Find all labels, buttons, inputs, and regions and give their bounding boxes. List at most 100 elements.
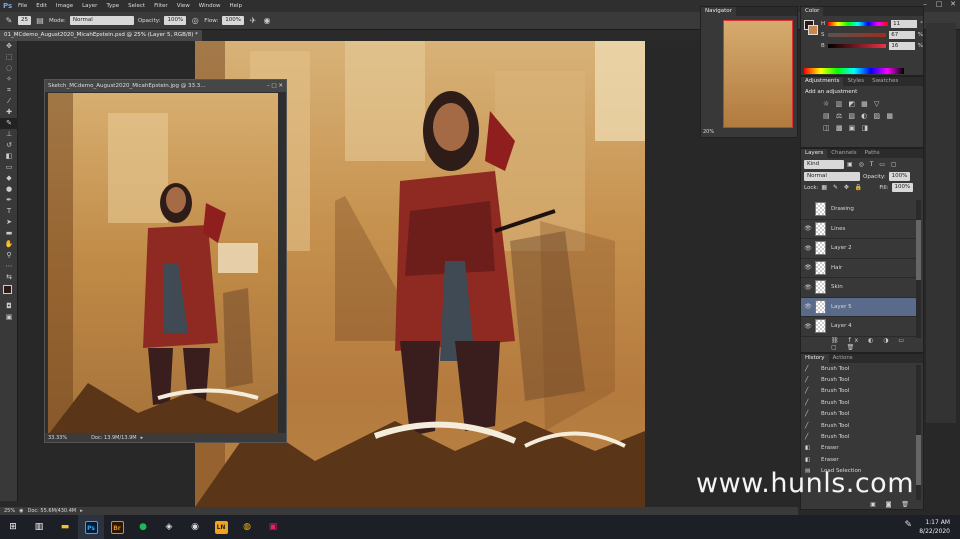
taskbar-photoshop[interactable]: Ps (78, 515, 104, 539)
eye-icon[interactable]: 👁 (801, 303, 815, 310)
tab-styles[interactable]: Styles (843, 77, 868, 86)
eraser-tool-icon[interactable]: ◧ (0, 151, 18, 162)
adjustment-icons[interactable]: ☼ ▥ ◩ ▦ ▽ ▤ ⚖ ▧ ◐ ▨ ▦ ◫ ▩ ▣ ◨ (801, 98, 923, 134)
menu-edit[interactable]: Edit (36, 3, 47, 9)
menu-select[interactable]: Select (128, 3, 145, 9)
flow-field[interactable]: 100% (222, 16, 245, 25)
eye-icon[interactable]: 👁 (801, 323, 815, 330)
history-item[interactable]: ╱ Brush Tool (801, 397, 923, 408)
tab-color[interactable]: Color (801, 7, 824, 16)
eye-icon[interactable]: 👁 (801, 225, 815, 232)
quick-select-tool-icon[interactable]: ✧ (0, 74, 18, 85)
tab-swatches[interactable]: Swatches (868, 77, 902, 86)
navigator-zoom[interactable]: 20% (703, 129, 714, 135)
layers-scrollbar[interactable] (916, 200, 921, 338)
quick-mask-icon[interactable]: ◘ (0, 301, 18, 312)
color-swatches[interactable] (0, 283, 17, 301)
hue-field[interactable]: 11 (891, 19, 918, 28)
lasso-tool-icon[interactable]: ◌ (0, 63, 18, 74)
app-icon[interactable]: ◉ (182, 515, 208, 539)
sketch-window-titlebar[interactable]: Sketch_MCdemo_August2020_MicahEpstein.jp… (45, 80, 286, 92)
eye-icon[interactable]: 👁 (801, 284, 815, 291)
file-explorer-icon[interactable]: ▬ (52, 515, 78, 539)
layer-row-drawing[interactable]: Drawing (801, 200, 917, 220)
opacity-field[interactable]: 100% (164, 16, 187, 25)
task-view-icon[interactable]: ▥ (26, 515, 52, 539)
eye-icon[interactable]: 👁 (801, 245, 815, 252)
app-icon[interactable]: ◈ (156, 515, 182, 539)
chrome-icon[interactable]: ◍ (234, 515, 260, 539)
layer-row-skin[interactable]: 👁 Skin (801, 278, 917, 298)
brush-tool-icon[interactable]: ✎ (4, 16, 14, 26)
history-item[interactable]: ╱ Brush Tool (801, 374, 923, 385)
tab-adjustments[interactable]: Adjustments (801, 77, 844, 86)
marquee-tool-icon[interactable]: ⬚ (0, 52, 18, 63)
zoom-tool-icon[interactable]: ⚲ (0, 250, 18, 261)
swap-colors-icon[interactable]: ⇆ (0, 272, 18, 283)
tab-channels[interactable]: Channels (827, 149, 860, 158)
layer-opacity-field[interactable]: 100% (888, 172, 911, 181)
pressure-opacity-icon[interactable]: ◎ (190, 16, 200, 26)
hand-tool-icon[interactable]: ✋ (0, 239, 18, 250)
pen-tool-icon[interactable]: ✒ (0, 195, 18, 206)
layer-filter-kind[interactable]: Kind (804, 160, 844, 169)
brush-size-field[interactable]: 25 (18, 16, 31, 25)
brush-panel-icon[interactable]: ▤ (35, 16, 45, 26)
brightness-slider[interactable] (827, 43, 887, 48)
sketch-zoom[interactable]: 33.33% (48, 435, 67, 441)
taskbar-bridge[interactable]: Br (104, 515, 130, 539)
menu-view[interactable]: View (177, 3, 190, 9)
sketch-document-window[interactable]: Sketch_MCdemo_August2020_MicahEpstein.jp… (44, 79, 287, 443)
history-item[interactable]: ╱ Brush Tool (801, 386, 923, 397)
history-item[interactable]: ╱ Brush Tool (801, 431, 923, 442)
blur-tool-icon[interactable]: ◆ (0, 173, 18, 184)
menu-image[interactable]: Image (56, 3, 73, 9)
shape-tool-icon[interactable]: ▬ (0, 228, 18, 239)
layer-row-layer-2[interactable]: 👁 Layer 2 (801, 239, 917, 259)
status-arrow-icon[interactable]: ▸ (80, 508, 83, 514)
tab-paths[interactable]: Paths (861, 149, 884, 158)
history-brush-icon[interactable]: ↺ (0, 140, 18, 151)
tab-actions[interactable]: Actions (829, 354, 857, 363)
history-scrollbar[interactable] (916, 365, 921, 500)
hue-slider[interactable] (828, 21, 889, 26)
history-item[interactable]: ◧ Eraser (801, 443, 923, 454)
mode-select[interactable]: Normal (69, 16, 134, 25)
screen-mode-icon[interactable]: ▣ (0, 312, 18, 323)
menu-type[interactable]: Type (106, 3, 119, 9)
pen-tray-icon[interactable]: ✎ (904, 520, 912, 530)
airbrush-icon[interactable]: ✈ (248, 16, 258, 26)
pressure-size-icon[interactable]: ◉ (262, 16, 272, 26)
blend-mode-select[interactable]: Normal (804, 172, 860, 181)
move-tool-icon[interactable]: ✥ (0, 41, 18, 52)
eye-icon[interactable]: 👁 (801, 264, 815, 271)
status-arrow-icon[interactable]: ▸ (141, 435, 144, 441)
layer-row-layer-5[interactable]: 👁 Layer 5 (801, 297, 917, 317)
foreground-color-swatch[interactable] (3, 285, 12, 294)
eyedropper-tool-icon[interactable]: ⁄ (0, 96, 18, 107)
layer-filter-icons[interactable]: ▣ ◎ T ▭ ▢ (847, 161, 899, 168)
lock-icons[interactable]: ▦ ✎ ✥ 🔒 (821, 184, 864, 191)
stamp-tool-icon[interactable]: ⊥ (0, 129, 18, 140)
background-swatch[interactable] (808, 25, 818, 35)
layer-row-lines[interactable]: 👁 Lines (801, 220, 917, 239)
menu-layer[interactable]: Layer (82, 3, 97, 9)
tab-navigator[interactable]: Navigator (701, 7, 736, 16)
menu-file[interactable]: File (18, 3, 27, 9)
document-tab[interactable]: 01_MCdemo_August2020_MicahEpstein.psd @ … (0, 30, 202, 41)
info-icon[interactable]: ◉ (19, 508, 23, 514)
path-select-tool-icon[interactable]: ➤ (0, 217, 18, 228)
healing-tool-icon[interactable]: ✚ (0, 107, 18, 118)
saturation-slider[interactable] (827, 32, 887, 37)
sketch-image[interactable] (48, 93, 278, 435)
fill-field[interactable]: 100% (891, 183, 914, 192)
history-item[interactable]: ╱ Brush Tool (801, 363, 923, 374)
color-spectrum[interactable] (804, 68, 904, 74)
history-action-icons[interactable]: ▣ ◙ 🗑 (870, 501, 913, 508)
taskbar-ln[interactable]: LN (208, 515, 234, 539)
spotify-icon[interactable]: ● (130, 515, 156, 539)
zoom-level[interactable]: 25% (4, 508, 15, 514)
layer-row-layer-4[interactable]: 👁 Layer 4 (801, 317, 917, 337)
dodge-tool-icon[interactable]: ● (0, 184, 18, 195)
navigator-thumbnail[interactable] (723, 20, 793, 128)
